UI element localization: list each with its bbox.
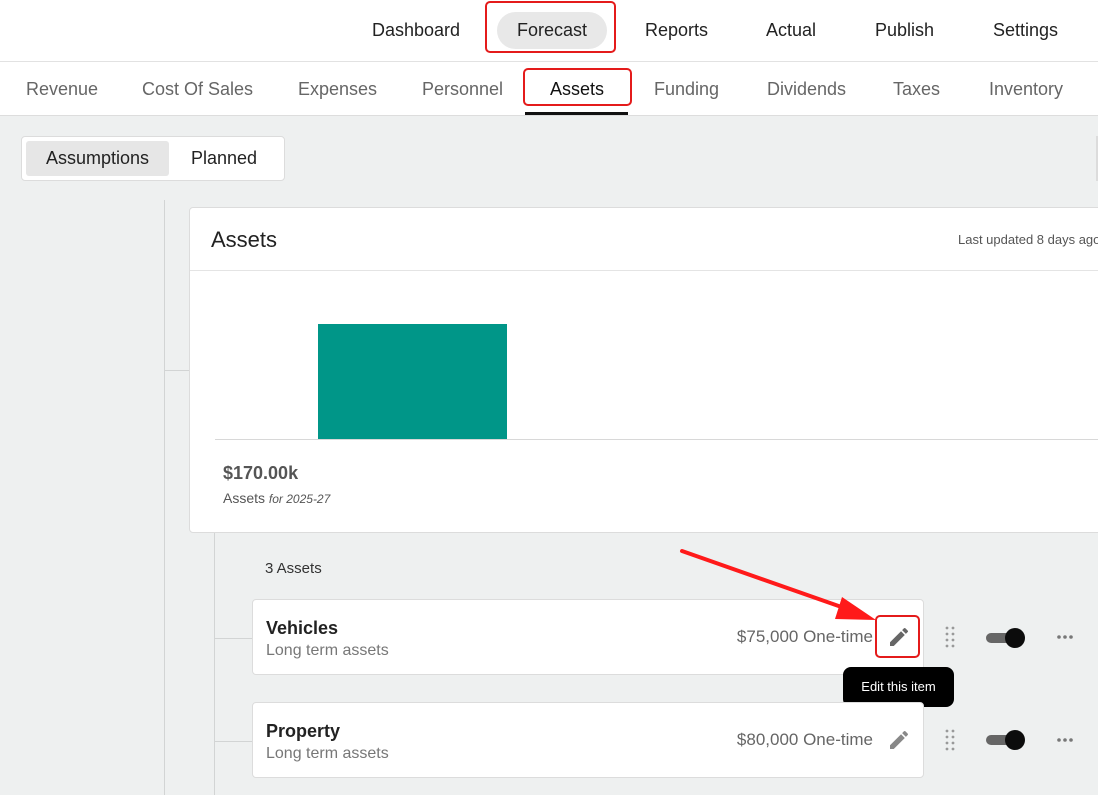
toggle-knob: [1005, 730, 1025, 750]
chart-bar: [318, 324, 507, 439]
tab-funding[interactable]: Funding: [654, 62, 719, 116]
tab-cost-of-sales[interactable]: Cost Of Sales: [142, 62, 253, 116]
nav-reports[interactable]: Reports: [625, 12, 728, 49]
assets-total-period: for 2025-27: [268, 492, 331, 506]
asset-category: Long term assets: [266, 745, 389, 762]
nav-dashboard[interactable]: Dashboard: [352, 12, 480, 49]
active-tab-underline: [525, 112, 628, 115]
asset-row-property[interactable]: Property Long term assets $80,000 One-ti…: [252, 702, 924, 778]
more-horizontal-icon[interactable]: [1056, 634, 1074, 640]
tree-line: [214, 533, 215, 795]
asset-amount: $75,000 One-time: [736, 627, 873, 646]
nav-settings[interactable]: Settings: [973, 12, 1078, 49]
assets-bar-chart: [215, 324, 1098, 440]
edit-tooltip: Edit this item: [843, 667, 954, 707]
asset-name: Property: [266, 721, 341, 741]
assets-tab-highlight-box: [523, 68, 632, 106]
tab-taxes[interactable]: Taxes: [893, 62, 940, 116]
active-toggle[interactable]: [986, 730, 1025, 750]
tree-branch: [214, 741, 252, 742]
asset-amount: $80,000 One-time: [736, 730, 873, 749]
planned-toggle[interactable]: Planned: [169, 141, 279, 176]
edit-icon-highlight-box: [875, 615, 920, 658]
view-toggle: Assumptions Planned: [21, 136, 285, 181]
toggle-knob: [1005, 628, 1025, 648]
more-horizontal-icon[interactable]: [1056, 737, 1074, 743]
assets-total-value: $170.00k: [223, 463, 299, 483]
asset-category: Long term assets: [266, 642, 389, 659]
tree-branch: [164, 370, 189, 371]
active-toggle[interactable]: [986, 628, 1025, 648]
assets-total-label-text: Assets: [223, 490, 266, 506]
asset-count: 3 Assets: [265, 560, 322, 577]
drag-handle-icon[interactable]: [945, 729, 955, 751]
tab-expenses[interactable]: Expenses: [298, 62, 377, 116]
pencil-icon[interactable]: [887, 728, 911, 752]
assets-card-title: Assets: [211, 227, 278, 252]
asset-row-vehicles[interactable]: Vehicles Long term assets $75,000 One-ti…: [252, 599, 924, 675]
tab-inventory[interactable]: Inventory: [989, 62, 1063, 116]
assumptions-toggle[interactable]: Assumptions: [26, 141, 169, 176]
last-updated-text: Last updated 8 days ago: [958, 232, 1098, 247]
asset-name: Vehicles: [266, 618, 339, 638]
tab-revenue[interactable]: Revenue: [26, 62, 98, 116]
tab-personnel[interactable]: Personnel: [422, 62, 503, 116]
nav-publish[interactable]: Publish: [855, 12, 954, 49]
nav-actual[interactable]: Actual: [746, 12, 836, 49]
forecast-highlight-box: [485, 1, 616, 53]
drag-handle-icon[interactable]: [945, 626, 955, 648]
assets-card: Assets Last updated 8 days ago $170.00k …: [189, 207, 1098, 533]
assets-card-header: Assets Last updated 8 days ago: [190, 208, 1098, 271]
tree-branch: [214, 638, 252, 639]
assets-total-label: Assets for 2025-27: [223, 490, 330, 506]
tab-dividends[interactable]: Dividends: [767, 62, 846, 116]
tree-line: [164, 200, 165, 795]
